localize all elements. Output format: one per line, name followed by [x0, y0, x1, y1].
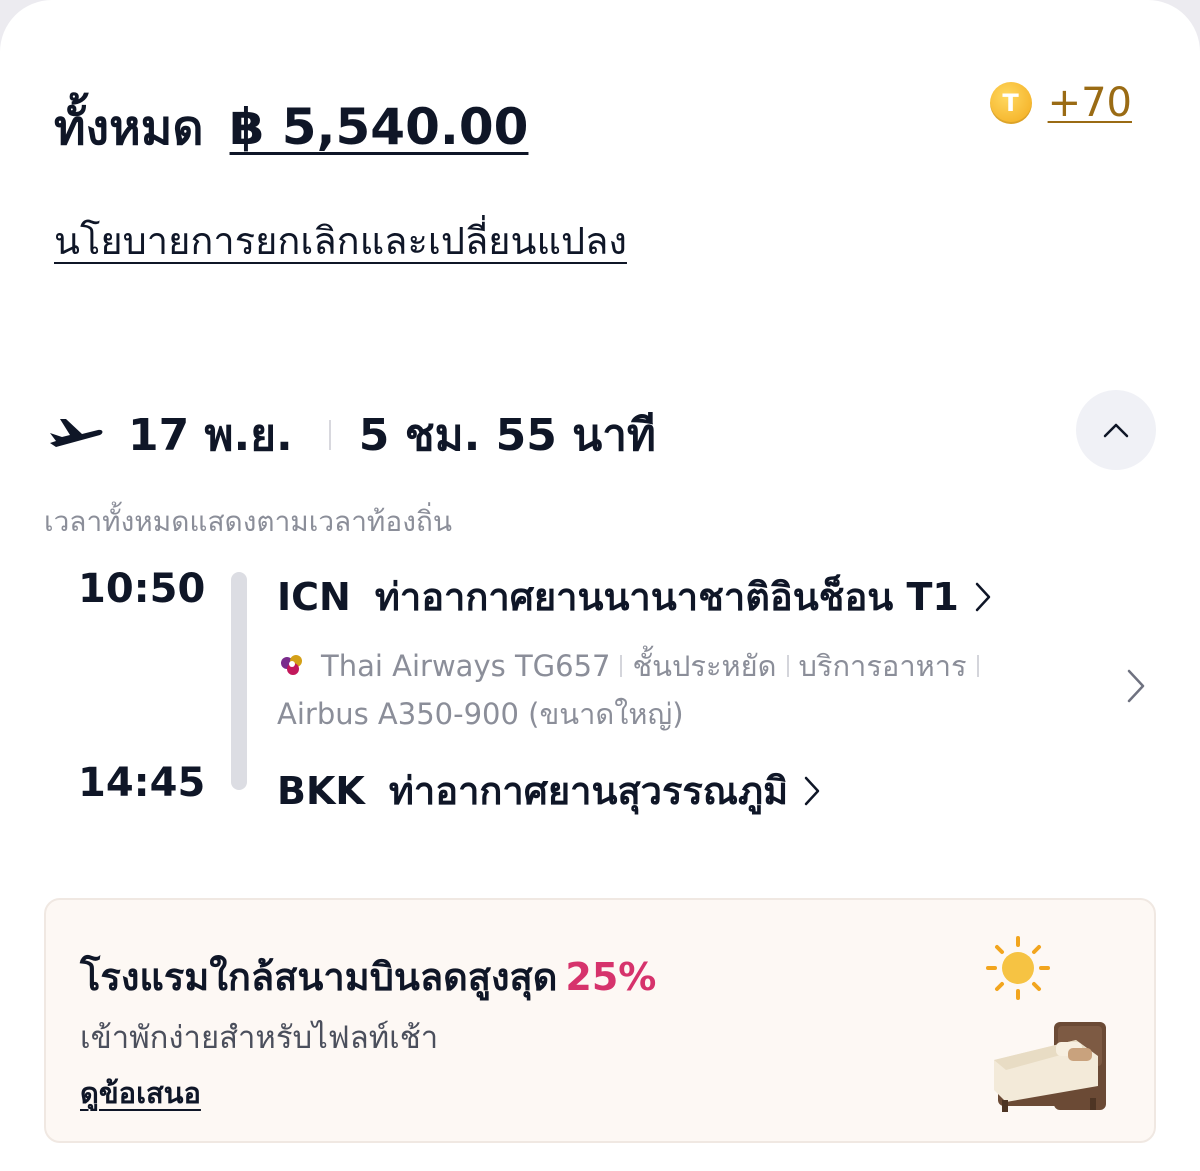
bed-icon: [994, 1022, 1106, 1112]
booking-summary-card: ทั้งหมด ฿ 5,540.00 T +70 นโยบายการยกเลิก…: [0, 0, 1200, 1171]
sun-bed-illustration-icon: [986, 936, 1106, 1112]
thai-airways-logo-icon: [281, 655, 302, 675]
promo-subtitle: เข้าพักง่ายสำหรับไฟลท์เช้า: [80, 1020, 439, 1056]
total-label: ทั้งหมด: [54, 100, 204, 156]
promo-percent: 25%: [565, 955, 657, 999]
airline-flight: Thai Airways TG657: [321, 649, 611, 683]
details-divider: [786, 655, 789, 677]
collapse-button[interactable]: [1076, 390, 1156, 470]
flight-header: 17 พ.ย. 5 ชม. 55 นาที: [46, 400, 656, 470]
chevron-right-icon: [975, 582, 991, 611]
arrival-airport[interactable]: BKK ท่าอากาศยานสุวรรณภูมิ: [277, 760, 822, 821]
departure-airport-name: ท่าอากาศยานนานาชาติอินช็อน T1: [374, 575, 959, 619]
cabin-class: ชั้นประหยัด: [632, 649, 777, 683]
departure-time: 10:50: [78, 566, 206, 612]
arrival-code: BKK: [277, 768, 365, 813]
hotel-promo-banner[interactable]: โรงแรมใกล้สนามบินลดสูงสุด 25% เข้าพักง่าย…: [44, 898, 1156, 1143]
details-divider: [976, 655, 979, 677]
flight-duration: 5 ชม. 55 นาที: [358, 410, 656, 461]
header-divider: [328, 420, 331, 450]
points-value[interactable]: +70: [1048, 80, 1132, 126]
arrival-airport-name: ท่าอากาศยานสุวรรณภูมิ: [388, 769, 789, 813]
chevron-up-icon: [1103, 423, 1129, 438]
promo-title: โรงแรมใกล้สนามบินลดสูงสุด 25%: [80, 946, 656, 1007]
cancellation-policy-link[interactable]: นโยบายการยกเลิกและเปลี่ยนแปลง: [54, 210, 627, 271]
coin-icon: T: [989, 82, 1032, 124]
details-divider: [620, 655, 623, 677]
sun-icon: [986, 936, 1050, 1000]
total-price[interactable]: ฿ 5,540.00: [230, 98, 529, 156]
chevron-right-icon[interactable]: [1124, 666, 1148, 706]
flight-date: 17 พ.ย.: [128, 410, 293, 461]
plane-icon: [50, 419, 103, 447]
arrival-time: 14:45: [78, 760, 206, 806]
timeline-bar: [231, 572, 247, 790]
chevron-right-icon: [804, 776, 820, 805]
flight-details[interactable]: Thai Airways TG657 ชั้นประหยัด บริการอาห…: [277, 642, 1077, 738]
departure-airport[interactable]: ICN ท่าอากาศยานนานาชาติอินช็อน T1: [277, 566, 993, 627]
total-price-row: ทั้งหมด ฿ 5,540.00: [54, 90, 528, 166]
local-time-note: เวลาทั้งหมดแสดงตามเวลาท้องถิ่น: [44, 505, 452, 538]
aircraft-type: Airbus A350-900 (ขนาดใหญ่): [277, 697, 684, 731]
reward-points[interactable]: T +70: [989, 80, 1132, 126]
meal-service: บริการอาหาร: [798, 649, 967, 683]
promo-title-text: โรงแรมใกล้สนามบินลดสูงสุด: [80, 955, 558, 999]
view-offer-link[interactable]: ดูข้อเสนอ: [80, 1070, 201, 1116]
departure-code: ICN: [277, 574, 351, 619]
